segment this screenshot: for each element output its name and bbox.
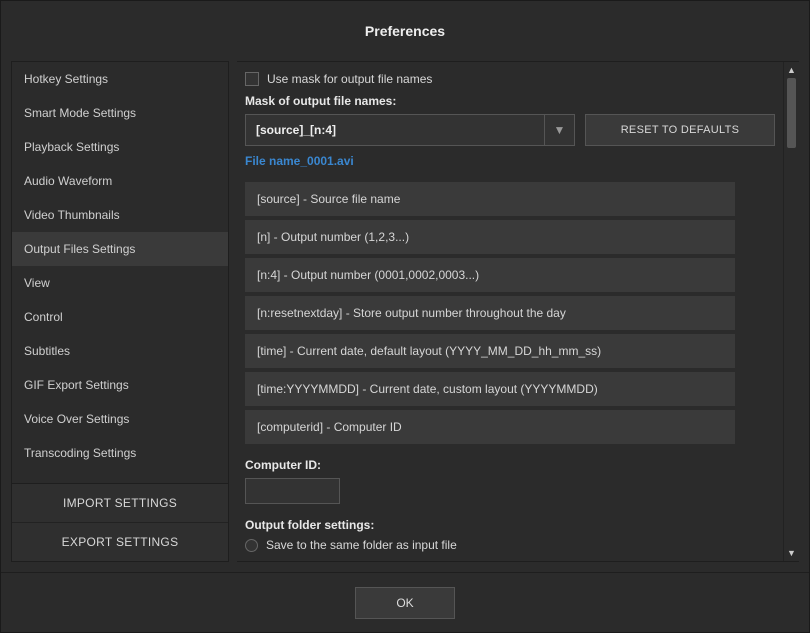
mask-input-wrap: ▼ xyxy=(245,114,575,146)
sidebar-item-label: Playback Settings xyxy=(24,140,119,154)
scroll-thumb[interactable] xyxy=(787,78,796,148)
token-label: [computerid] - Computer ID xyxy=(257,420,402,434)
sidebar-item-playback[interactable]: Playback Settings xyxy=(12,130,228,164)
token-item[interactable]: [n:4] - Output number (0001,0002,0003...… xyxy=(245,258,735,292)
token-label: [time:YYYYMMDD] - Current date, custom l… xyxy=(257,382,598,396)
token-label: [n:resetnextday] - Store output number t… xyxy=(257,306,566,320)
sidebar-item-smart-mode[interactable]: Smart Mode Settings xyxy=(12,96,228,130)
scroll-down-arrow-icon[interactable]: ▼ xyxy=(784,545,799,561)
sidebar-item-label: Transcoding Settings xyxy=(24,446,136,460)
sidebar-item-subtitles[interactable]: Subtitles xyxy=(12,334,228,368)
sidebar-item-label: Video Thumbnails xyxy=(24,208,120,222)
token-list: [source] - Source file name [n] - Output… xyxy=(245,182,735,444)
mask-input[interactable] xyxy=(246,115,544,145)
output-folder-heading: Output folder settings: xyxy=(245,518,775,532)
use-mask-row: Use mask for output file names xyxy=(245,72,775,86)
window-title: Preferences xyxy=(365,23,445,39)
import-settings-button[interactable]: IMPORT SETTINGS xyxy=(12,484,228,522)
computer-id-input[interactable] xyxy=(245,478,340,504)
use-mask-label: Use mask for output file names xyxy=(267,72,432,86)
use-mask-checkbox[interactable] xyxy=(245,72,259,86)
sidebar-item-gif-export[interactable]: GIF Export Settings xyxy=(12,368,228,402)
sidebar-item-label: Hotkey Settings xyxy=(24,72,108,86)
token-label: [time] - Current date, default layout (Y… xyxy=(257,344,601,358)
sidebar-item-control[interactable]: Control xyxy=(12,300,228,334)
titlebar: Preferences xyxy=(1,1,809,61)
mask-row: ▼ RESET TO DEFAULTS xyxy=(245,114,775,146)
sidebar-item-label: Smart Mode Settings xyxy=(24,106,136,120)
sidebar-item-label: Audio Waveform xyxy=(24,174,112,188)
mask-heading: Mask of output file names: xyxy=(245,94,775,108)
body: Hotkey Settings Smart Mode Settings Play… xyxy=(1,61,809,572)
sidebar-item-label: Control xyxy=(24,310,63,324)
sidebar-item-view[interactable]: View xyxy=(12,266,228,300)
sidebar-item-video-thumbnails[interactable]: Video Thumbnails xyxy=(12,198,228,232)
mask-dropdown-button[interactable]: ▼ xyxy=(544,115,574,145)
sidebar-item-label: Subtitles xyxy=(24,344,70,358)
token-label: [n:4] - Output number (0001,0002,0003...… xyxy=(257,268,479,282)
sidebar-item-label: View xyxy=(24,276,50,290)
ok-button[interactable]: OK xyxy=(355,587,455,619)
sidebar-item-label: Voice Over Settings xyxy=(24,412,129,426)
token-item[interactable]: [time] - Current date, default layout (Y… xyxy=(245,334,735,368)
token-label: [source] - Source file name xyxy=(257,192,400,206)
sidebar-item-output-files[interactable]: Output Files Settings xyxy=(12,232,228,266)
radio-same-folder-label: Save to the same folder as input file xyxy=(266,538,457,552)
filename-preview: File name_0001.avi xyxy=(245,154,775,168)
sidebar-list: Hotkey Settings Smart Mode Settings Play… xyxy=(12,62,228,483)
radio-same-folder[interactable] xyxy=(245,539,258,552)
sidebar-item-audio-waveform[interactable]: Audio Waveform xyxy=(12,164,228,198)
computer-id-label: Computer ID: xyxy=(245,458,775,472)
token-item[interactable]: [computerid] - Computer ID xyxy=(245,410,735,444)
sidebar-item-voice-over[interactable]: Voice Over Settings xyxy=(12,402,228,436)
token-item[interactable]: [time:YYYYMMDD] - Current date, custom l… xyxy=(245,372,735,406)
sidebar-buttons: IMPORT SETTINGS EXPORT SETTINGS xyxy=(12,483,228,561)
token-item[interactable]: [n] - Output number (1,2,3...) xyxy=(245,220,735,254)
radio-same-folder-row: Save to the same folder as input file xyxy=(245,538,775,552)
sidebar-item-label: GIF Export Settings xyxy=(24,378,129,392)
scroll-track[interactable] xyxy=(784,78,799,545)
footer: OK xyxy=(1,572,809,632)
sidebar-item-hotkey[interactable]: Hotkey Settings xyxy=(12,62,228,96)
export-settings-button[interactable]: EXPORT SETTINGS xyxy=(12,522,228,561)
preferences-window: Preferences Hotkey Settings Smart Mode S… xyxy=(0,0,810,633)
content: Use mask for output file names Mask of o… xyxy=(237,62,783,561)
chevron-down-icon: ▼ xyxy=(554,123,566,137)
scroll-up-arrow-icon[interactable]: ▲ xyxy=(784,62,799,78)
sidebar: Hotkey Settings Smart Mode Settings Play… xyxy=(11,61,229,562)
token-item[interactable]: [n:resetnextday] - Store output number t… xyxy=(245,296,735,330)
token-label: [n] - Output number (1,2,3...) xyxy=(257,230,409,244)
token-item[interactable]: [source] - Source file name xyxy=(245,182,735,216)
scrollbar[interactable]: ▲ ▼ xyxy=(783,62,799,561)
sidebar-item-transcoding[interactable]: Transcoding Settings xyxy=(12,436,228,470)
sidebar-item-label: Output Files Settings xyxy=(24,242,135,256)
main-panel: Use mask for output file names Mask of o… xyxy=(237,61,799,562)
reset-defaults-button[interactable]: RESET TO DEFAULTS xyxy=(585,114,775,146)
